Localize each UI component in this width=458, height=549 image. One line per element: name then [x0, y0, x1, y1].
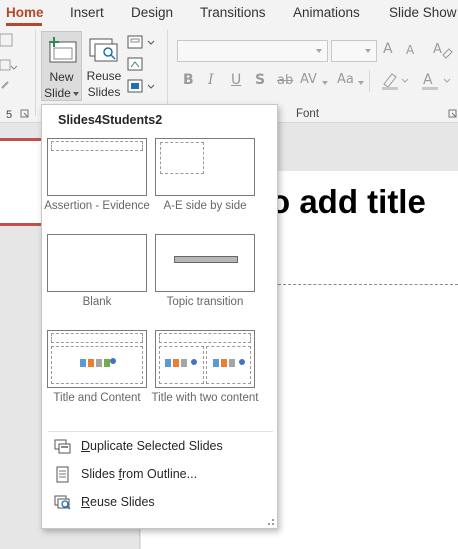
reuse-slides-label-line2: Slides: [87, 85, 121, 99]
reuse-slides-icon: [89, 38, 118, 62]
svg-text:A: A: [433, 42, 442, 57]
layout-thumbnail: [47, 330, 147, 388]
new-slide-label-line2: Slide: [44, 86, 71, 100]
strikethrough-button[interactable]: ab: [277, 73, 293, 88]
reset-button[interactable]: [127, 57, 157, 73]
bold-button[interactable]: B: [183, 72, 194, 88]
layout-thumbnail: [155, 234, 255, 292]
reuse-slides-button[interactable]: Reuse Slides: [86, 31, 122, 101]
title-placeholder-border: [278, 284, 458, 285]
tab-design[interactable]: Design: [131, 5, 173, 20]
menu-item-label: Slides from Outline...: [81, 467, 198, 481]
chevron-down-icon: [316, 49, 322, 53]
chevron-down-icon: [72, 91, 79, 96]
duplicate-slides-icon: [54, 439, 71, 454]
font-color-button[interactable]: A: [420, 70, 454, 92]
layout-caption: A-E side by side: [163, 200, 247, 212]
new-slide-label-line2-wrap: Slide: [42, 85, 81, 101]
right-content-icons: [213, 359, 245, 367]
title-placeholder-outline: [159, 333, 251, 343]
text-shadow-button[interactable]: S: [255, 72, 265, 88]
resize-grip[interactable]: [268, 519, 274, 525]
italic-button[interactable]: I: [208, 72, 214, 88]
title-placeholder-outline: [51, 333, 143, 343]
duplicate-selected-slides-item[interactable]: Duplicate Selected Slides: [54, 436, 272, 458]
content-placeholder-icons: [80, 358, 116, 367]
layout-caption: Title with two content: [151, 392, 259, 404]
layout-thumbnail: [155, 330, 255, 388]
change-case-button[interactable]: Aa: [337, 72, 354, 87]
title-placeholder[interactable]: o add title: [270, 183, 426, 221]
chevron-down-icon: [322, 81, 328, 85]
tab-slide-show[interactable]: Slide Show: [389, 5, 457, 20]
layout-thumbnail: [155, 138, 255, 196]
layout-thumbnail: [47, 234, 147, 292]
clear-formatting-icon[interactable]: A: [432, 39, 454, 59]
layout-caption: Topic transition: [166, 296, 244, 308]
menu-item-label: Reuse Slides: [81, 495, 155, 509]
layout-thumbnail: [47, 138, 147, 196]
underline-button[interactable]: U: [231, 72, 241, 88]
group-separator: [35, 30, 36, 116]
outline-icon: [56, 466, 69, 483]
layout-caption: Title and Content: [53, 392, 141, 404]
reuse-slides-item[interactable]: Reuse Slides: [54, 492, 272, 514]
menu-item-label: Duplicate Selected Slides: [81, 439, 223, 453]
character-spacing-button[interactable]: AV: [300, 72, 317, 87]
slides-from-outline-item[interactable]: Slides from Outline...: [54, 464, 272, 486]
left-content-icons: [165, 359, 197, 367]
tab-insert[interactable]: Insert: [70, 5, 104, 20]
reuse-slides-label-line1: Reuse: [86, 69, 122, 83]
content-placeholder-outline: [160, 142, 204, 174]
section-button[interactable]: [127, 79, 157, 95]
tab-transitions[interactable]: Transitions: [200, 5, 266, 20]
dialog-launcher-icon[interactable]: [20, 109, 30, 119]
reset-icon: [127, 57, 143, 71]
layout-gallery-heading: Slides4Students2: [58, 113, 163, 127]
layout-icon: [127, 35, 155, 49]
svg-text:A: A: [423, 72, 433, 88]
title-bar-placeholder: [174, 256, 238, 263]
ribbon-tab-bar: Home Insert Design Transitions Animation…: [0, 0, 458, 26]
font-group-label: Font: [296, 108, 320, 120]
font-size-combobox[interactable]: [331, 40, 377, 62]
layout-caption: Blank: [82, 296, 112, 308]
clipboard-group-label-fragment: 5: [6, 109, 13, 121]
layout-button[interactable]: [127, 35, 157, 51]
new-slide-dropdown: Slides4Students2 Assertion - Evidence A-…: [41, 104, 278, 529]
tab-home[interactable]: Home: [6, 5, 44, 20]
reuse-slides-icon: [54, 495, 71, 510]
section-icon: [127, 79, 155, 93]
new-slide-button[interactable]: New Slide: [41, 31, 82, 101]
chevron-down-icon: [365, 49, 371, 53]
font-dialog-launcher-icon[interactable]: [448, 109, 458, 119]
chevron-down-icon: [358, 81, 364, 85]
tab-animations[interactable]: Animations: [293, 5, 360, 20]
increase-font-size-button[interactable]: A: [383, 41, 393, 57]
decrease-font-size-button[interactable]: A: [406, 43, 414, 57]
menu-separator: [48, 431, 273, 432]
title-placeholder-outline: [51, 141, 143, 151]
font-name-combobox[interactable]: [177, 40, 328, 62]
clipboard-icons[interactable]: [0, 30, 22, 100]
new-slide-label-line1: New: [49, 70, 74, 84]
new-slide-icon: [49, 37, 77, 63]
layout-caption: Assertion - Evidence: [44, 200, 150, 212]
highlight-color-button[interactable]: [380, 70, 410, 92]
group-separator: [369, 70, 370, 92]
